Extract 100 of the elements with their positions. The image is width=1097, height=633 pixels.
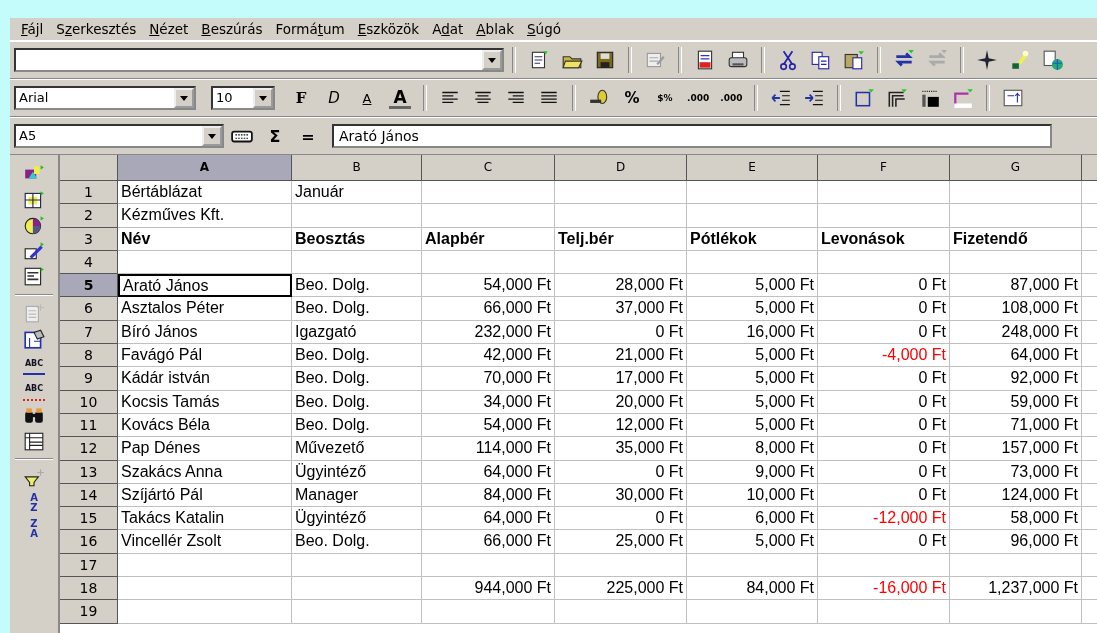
- menu-item[interactable]: Súgó: [522, 21, 566, 37]
- name-box[interactable]: A5: [14, 124, 224, 148]
- menu-item[interactable]: Eszközök: [352, 21, 425, 37]
- table-cell: 54,000 Ft: [422, 274, 555, 298]
- autospellcheck-button[interactable]: ABC: [23, 378, 45, 401]
- table-cell: 66,000 Ft: [422, 297, 555, 321]
- spellcheck-button[interactable]: ABC: [23, 353, 45, 375]
- table-cell: 58,000 Ft: [950, 507, 1082, 531]
- url-combobox[interactable]: [14, 48, 504, 72]
- menu-item[interactable]: Fájl: [16, 21, 49, 37]
- row-header[interactable]: 9: [60, 367, 118, 391]
- form-icon[interactable]: [23, 265, 45, 287]
- table-cell: Igazgató: [292, 320, 422, 345]
- table-cell: Kocsis Tamás: [118, 390, 292, 414]
- row-header[interactable]: 10: [60, 390, 118, 414]
- sort-descending-button[interactable]: Z A: [23, 517, 45, 540]
- color-icon[interactable]: [952, 87, 975, 109]
- column-header[interactable]: B: [292, 155, 422, 181]
- percent-button[interactable]: %: [621, 86, 643, 110]
- row-header[interactable]: 18: [60, 577, 118, 601]
- bold-button[interactable]: F: [290, 86, 312, 110]
- column-header[interactable]: F: [818, 155, 950, 181]
- globe-document-icon[interactable]: [1042, 49, 1064, 71]
- pie-chart-icon[interactable]: [23, 214, 45, 236]
- row-header[interactable]: 16: [60, 530, 118, 554]
- column-header[interactable]: C: [422, 155, 555, 181]
- column-header[interactable]: A: [118, 155, 292, 181]
- row-header[interactable]: 11: [60, 413, 118, 438]
- table-cell: 5,000 Ft: [687, 274, 818, 298]
- row-header[interactable]: 2: [60, 204, 118, 228]
- table-cell: Kovács Béla: [118, 413, 292, 438]
- sum-button[interactable]: Σ: [264, 124, 286, 148]
- row-header[interactable]: 4: [60, 250, 118, 275]
- menu-item[interactable]: Adat: [427, 21, 469, 37]
- row-header[interactable]: 15: [60, 507, 118, 531]
- row-header[interactable]: 5: [60, 274, 118, 298]
- row-header[interactable]: 13: [60, 460, 118, 484]
- font-color-button[interactable]: A: [389, 87, 411, 109]
- table-cell: Beo. Dolg.: [292, 413, 422, 438]
- table-cell: 114,000 Ft: [422, 437, 555, 461]
- row-header[interactable]: 14: [60, 483, 118, 508]
- sort-ascending-button[interactable]: A Z: [23, 492, 45, 514]
- table-cell: Bértáblázat: [118, 181, 292, 205]
- copy-icon[interactable]: [810, 49, 832, 71]
- row-header[interactable]: 3: [60, 227, 118, 251]
- menu-item[interactable]: Ablak: [471, 21, 519, 37]
- table-cell: 73,000 Ft: [950, 460, 1082, 484]
- font-name-combobox[interactable]: Arial: [14, 86, 196, 110]
- italic-button[interactable]: D: [323, 86, 345, 110]
- menu-item[interactable]: Szerkesztés: [51, 21, 142, 37]
- font-size-combobox[interactable]: 10: [211, 86, 275, 110]
- row-header[interactable]: 1: [60, 181, 118, 205]
- menu-item[interactable]: Beszúrás: [196, 21, 268, 37]
- table-cell: 0 Ft: [818, 367, 950, 391]
- table-cell: 17,000 Ft: [555, 367, 687, 391]
- table-cell: 16,000 Ft: [687, 320, 818, 345]
- underline-button[interactable]: A: [356, 86, 378, 110]
- standard-format-button[interactable]: $%: [654, 86, 676, 110]
- filter-icon[interactable]: [23, 466, 45, 489]
- window-icon[interactable]: [23, 327, 45, 350]
- row-header[interactable]: 12: [60, 437, 118, 461]
- align-top-icon[interactable]: [1002, 87, 1025, 109]
- table-cell: 157,000 Ft: [950, 437, 1082, 461]
- table-cell: Szíjártó Pál: [118, 483, 292, 508]
- border-icon[interactable]: [853, 87, 876, 109]
- row-header[interactable]: 8: [60, 344, 118, 368]
- paste-icon[interactable]: [843, 49, 865, 71]
- row-header[interactable]: 7: [60, 320, 118, 345]
- formula-input[interactable]: Arató János: [332, 124, 1052, 148]
- table-cell: 0 Ft: [555, 320, 687, 345]
- delete-decimal-button[interactable]: .000: [720, 86, 743, 110]
- table-cell: 42,000 Ft: [422, 344, 555, 368]
- select-all-corner[interactable]: [60, 155, 118, 181]
- table-cell: 225,000 Ft: [555, 577, 687, 601]
- row-header[interactable]: 6: [60, 297, 118, 321]
- table-cell: 0 Ft: [818, 274, 950, 298]
- function-button[interactable]: =: [297, 124, 319, 148]
- table-cell: -16,000 Ft: [818, 577, 950, 601]
- save-icon[interactable]: [594, 49, 616, 71]
- table-cell: Beo. Dolg.: [292, 390, 422, 414]
- row-header[interactable]: 19: [60, 600, 118, 624]
- table-cell: 20,000 Ft: [555, 390, 687, 414]
- menu-item[interactable]: Formátum: [270, 21, 350, 37]
- add-decimal-button[interactable]: .000: [687, 86, 710, 110]
- column-header[interactable]: E: [687, 155, 818, 181]
- table-cell: 248,000 Ft: [950, 320, 1082, 345]
- table-cell: Beo. Dolg.: [292, 297, 422, 321]
- table-cell: 0 Ft: [818, 297, 950, 321]
- column-header[interactable]: G: [950, 155, 1082, 181]
- line-style-icon[interactable]: [886, 87, 909, 109]
- column-header[interactable]: D: [555, 155, 687, 181]
- table-cell: 35,000 Ft: [555, 437, 687, 461]
- row-header[interactable]: 17: [60, 553, 118, 578]
- menu-item[interactable]: Nézet: [144, 21, 194, 37]
- table-cell: 10,000 Ft: [687, 483, 818, 508]
- table-cell: 5,000 Ft: [687, 297, 818, 321]
- table-cell: Takács Katalin: [118, 507, 292, 531]
- table-cell: 84,000 Ft: [687, 577, 818, 601]
- scissors-icon[interactable]: [777, 49, 799, 71]
- table-cell: 108,000 Ft: [950, 297, 1082, 321]
